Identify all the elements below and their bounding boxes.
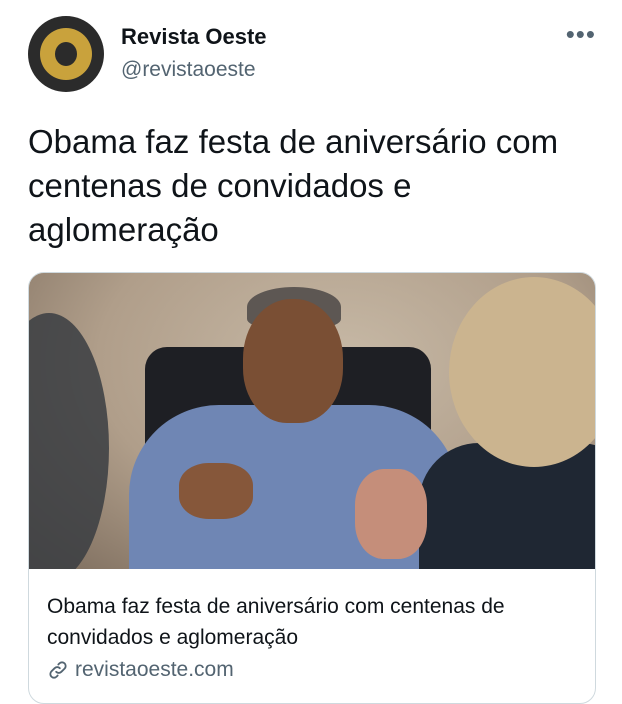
card-domain[interactable]: revistaoeste.com	[75, 658, 234, 682]
link-card[interactable]: Obama faz festa de aniversário com cente…	[28, 272, 596, 704]
link-icon	[49, 661, 67, 679]
more-icon[interactable]: •••	[566, 21, 596, 47]
tweet: Revista Oeste @revistaoeste ••• Obama fa…	[0, 0, 622, 704]
image-head	[243, 299, 343, 423]
user-handle[interactable]: @revistaoeste	[121, 58, 256, 82]
image-foreground-hand-right	[355, 469, 427, 559]
display-name[interactable]: Revista Oeste	[121, 24, 267, 50]
card-title[interactable]: Obama faz festa de aniversário com cente…	[47, 591, 587, 653]
avatar[interactable]	[28, 16, 104, 92]
tweet-text: Obama faz festa de aniversário com cente…	[28, 123, 559, 248]
card-image[interactable]	[29, 273, 595, 569]
card-domain-row[interactable]: revistaoeste.com	[47, 655, 234, 685]
logo-center	[55, 42, 77, 66]
image-hand	[179, 463, 253, 519]
